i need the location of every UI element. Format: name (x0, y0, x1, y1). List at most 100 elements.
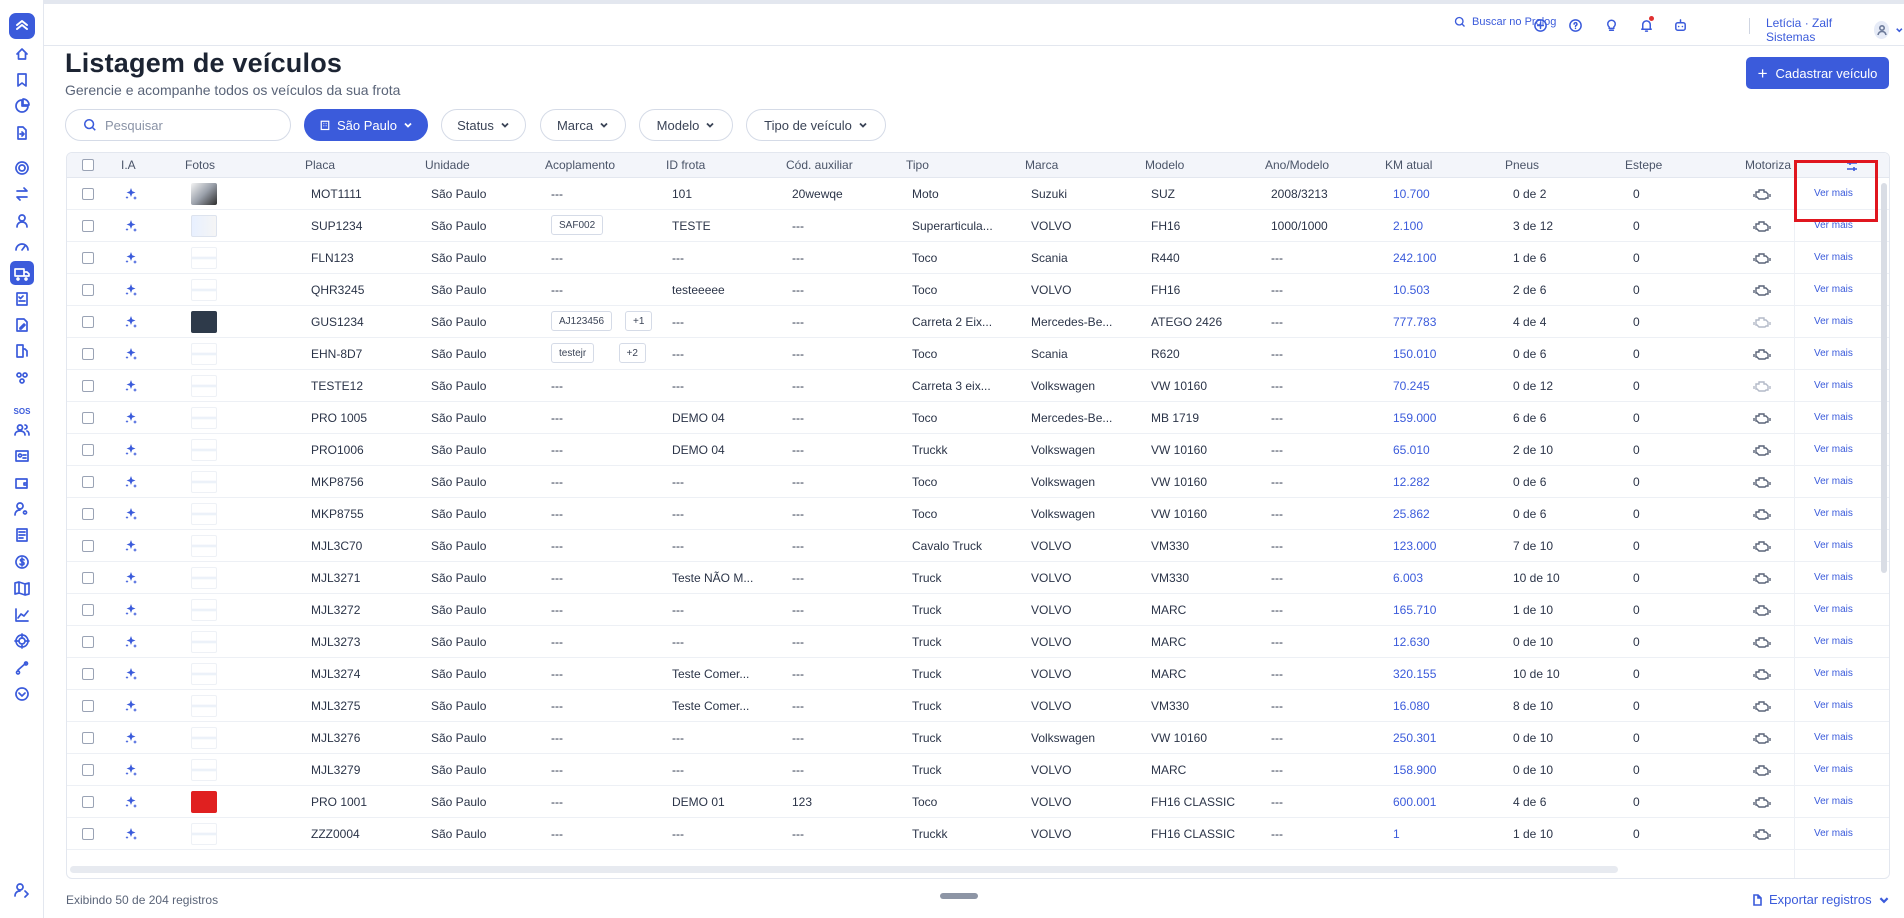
user-menu[interactable]: Letícia · Zalf Sistemas (1766, 16, 1904, 44)
ver-mais-link[interactable]: Ver mais (1814, 412, 1853, 423)
vehicle-photo[interactable] (191, 759, 217, 781)
edit-document-icon[interactable] (10, 313, 34, 337)
list-document-icon[interactable] (10, 523, 34, 547)
row-checkbox[interactable] (82, 444, 94, 456)
fuel-icon[interactable] (10, 339, 34, 363)
id-card-icon[interactable] (10, 444, 34, 468)
ai-sparkle-icon[interactable] (124, 731, 138, 745)
ai-sparkle-icon[interactable] (124, 347, 138, 361)
brand-filter[interactable]: Marca (540, 109, 626, 141)
table-row[interactable]: QHR3245 São Paulo --- testeeeee --- Toco VOLVO… (67, 274, 1889, 306)
cell-km-atual[interactable]: 165.710 (1393, 603, 1436, 617)
engine-icon[interactable] (1753, 762, 1771, 778)
row-checkbox[interactable] (82, 796, 94, 808)
cell-km-atual[interactable]: 250.301 (1393, 731, 1436, 745)
table-row[interactable]: MJL3279 São Paulo --- --- --- Truck VOLVO MARC -… (67, 754, 1889, 786)
unit-filter[interactable]: São Paulo (304, 109, 428, 141)
wheels-icon[interactable] (10, 365, 34, 389)
table-row[interactable]: MKP8756 São Paulo --- --- --- Toco Volkswagen V… (67, 466, 1889, 498)
engine-icon[interactable] (1753, 218, 1771, 234)
vehicle-photo[interactable] (191, 407, 217, 429)
engine-icon[interactable] (1753, 602, 1771, 618)
vehicle-photo[interactable] (191, 343, 217, 365)
cell-km-atual[interactable]: 65.010 (1393, 443, 1430, 457)
engine-icon[interactable] (1753, 826, 1771, 842)
ver-mais-link[interactable]: Ver mais (1814, 540, 1853, 551)
cell-km-atual[interactable]: 16.080 (1393, 699, 1430, 713)
engine-icon[interactable] (1753, 346, 1771, 362)
vehicle-photo[interactable] (191, 471, 217, 493)
resize-handle[interactable] (940, 893, 978, 899)
table-row[interactable]: MJL3274 São Paulo --- Teste Comer... --- Truc… (67, 658, 1889, 690)
vehicle-type-filter[interactable]: Tipo de veículo (746, 109, 886, 141)
ai-sparkle-icon[interactable] (124, 443, 138, 457)
ai-sparkle-icon[interactable] (124, 827, 138, 841)
vehicle-photo[interactable] (191, 247, 217, 269)
cell-km-atual[interactable]: 123.000 (1393, 539, 1436, 553)
vehicle-photo[interactable] (191, 439, 217, 461)
table-row[interactable]: MJL3275 São Paulo --- Teste Comer... --- Truc… (67, 690, 1889, 722)
ver-mais-link[interactable]: Ver mais (1814, 636, 1853, 647)
checklist-icon[interactable] (10, 287, 34, 311)
select-all-checkbox[interactable] (82, 159, 94, 171)
table-row[interactable]: SUP1234 São Paulo SAF002 TESTE --- Superartic… (67, 210, 1889, 242)
engine-icon[interactable] (1753, 474, 1771, 490)
column-header[interactable]: Unidade (425, 158, 470, 172)
ai-sparkle-icon[interactable] (124, 603, 138, 617)
ai-sparkle-icon[interactable] (124, 763, 138, 777)
row-checkbox[interactable] (82, 604, 94, 616)
vehicle-photo[interactable] (191, 535, 217, 557)
vehicle-photo[interactable] (191, 215, 217, 237)
table-row[interactable]: ZZZ0004 São Paulo --- --- --- Truckk VOLVO FH16… (67, 818, 1889, 850)
column-header[interactable]: I.A (121, 158, 136, 172)
table-row[interactable]: GUS1234 São Paulo AJ123456 +1 --- --- Carreta … (67, 306, 1889, 338)
cell-km-atual[interactable]: 777.783 (1393, 315, 1436, 329)
target-icon[interactable] (10, 629, 34, 653)
ai-sparkle-icon[interactable] (124, 699, 138, 713)
cell-km-atual[interactable]: 1 (1393, 827, 1400, 841)
cell-km-atual[interactable]: 320.155 (1393, 667, 1436, 681)
cell-km-atual[interactable]: 10.700 (1393, 187, 1430, 201)
table-row[interactable]: EHN-8D7 São Paulo testejr +2 --- --- Toco Scani… (67, 338, 1889, 370)
column-header[interactable]: Acoplamento (545, 158, 615, 172)
row-checkbox[interactable] (82, 572, 94, 584)
horizontal-scrollbar[interactable] (70, 866, 1618, 873)
coupling-badge[interactable]: +1 (625, 311, 653, 331)
column-header[interactable]: Fotos (185, 158, 215, 172)
add-circle-icon[interactable] (1531, 16, 1549, 34)
row-checkbox[interactable] (82, 380, 94, 392)
row-checkbox[interactable] (82, 828, 94, 840)
column-header[interactable]: Marca (1025, 158, 1058, 172)
ver-mais-link[interactable]: Ver mais (1814, 380, 1853, 391)
search-input[interactable]: Pesquisar (65, 109, 291, 141)
row-checkbox[interactable] (82, 476, 94, 488)
ai-sparkle-icon[interactable] (124, 411, 138, 425)
cell-km-atual[interactable]: 158.900 (1393, 763, 1436, 777)
cell-km-atual[interactable]: 12.282 (1393, 475, 1430, 489)
row-checkbox[interactable] (82, 412, 94, 424)
status-filter[interactable]: Status (441, 109, 526, 141)
ver-mais-link[interactable]: Ver mais (1814, 316, 1853, 327)
vertical-scrollbar[interactable] (1881, 183, 1887, 573)
table-row[interactable]: MJL3276 São Paulo --- --- --- Truck Volkswagen… (67, 722, 1889, 754)
column-header[interactable]: Motoriza (1745, 158, 1791, 172)
coupling-badge[interactable]: SAF002 (551, 215, 604, 235)
table-row[interactable]: PRO 1005 São Paulo --- DEMO 04 --- Toco Merced… (67, 402, 1889, 434)
vehicle-photo[interactable] (191, 503, 217, 525)
column-header[interactable]: KM atual (1385, 158, 1432, 172)
ver-mais-link[interactable]: Ver mais (1814, 348, 1853, 359)
chart-pie-icon[interactable] (10, 94, 34, 118)
cell-km-atual[interactable]: 70.245 (1393, 379, 1430, 393)
truck-icon[interactable] (10, 261, 34, 285)
robot-icon[interactable] (1671, 16, 1689, 34)
vehicle-photo[interactable] (191, 823, 217, 845)
bell-icon[interactable] (1637, 16, 1655, 34)
ver-mais-link[interactable]: Ver mais (1814, 252, 1853, 263)
cell-km-atual[interactable]: 10.503 (1393, 283, 1430, 297)
column-header[interactable]: Estepe (1625, 158, 1662, 172)
export-records-button[interactable]: Exportar registros (1751, 892, 1890, 907)
table-row[interactable]: MKP8755 São Paulo --- --- --- Toco Volkswagen V… (67, 498, 1889, 530)
ai-sparkle-icon[interactable] (124, 187, 138, 201)
ai-sparkle-icon[interactable] (124, 507, 138, 521)
ver-mais-link[interactable]: Ver mais (1814, 444, 1853, 455)
